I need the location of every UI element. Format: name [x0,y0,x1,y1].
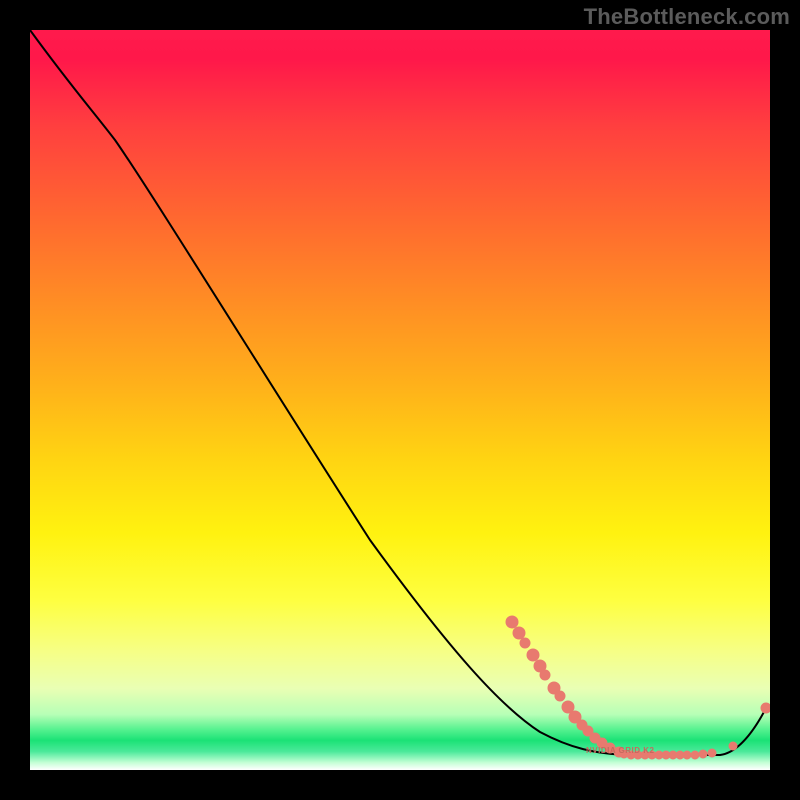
scatter-cluster-upper [506,616,624,757]
chart-container: TheBottleneck.com [0,0,800,800]
watermark-text: TheBottleneck.com [584,4,790,30]
plot-area: NVIDIA GRID K2 [30,30,770,770]
series-label: NVIDIA GRID K2 [586,746,655,755]
end-point [761,703,770,713]
bottleneck-curve [30,30,765,755]
chart-svg [30,30,770,770]
